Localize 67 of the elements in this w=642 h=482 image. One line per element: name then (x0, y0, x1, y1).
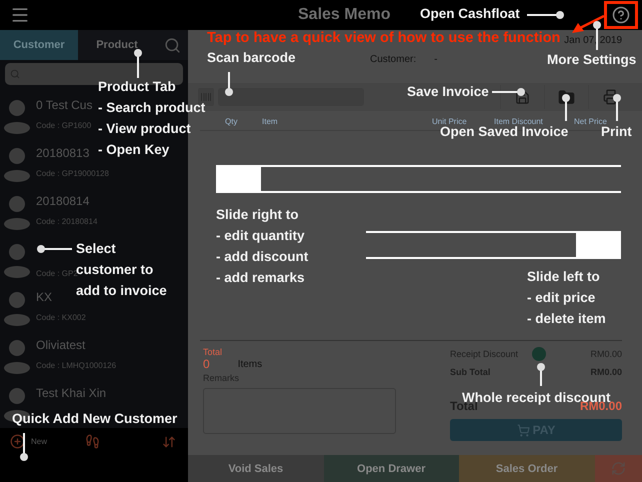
invoice-date: Jan 07, 2019 (564, 35, 622, 46)
search-button[interactable] (156, 30, 188, 60)
guide-text: - Open Key (98, 141, 170, 158)
customer-code: Code : 20180814 (36, 217, 98, 226)
avatar-icon (4, 146, 30, 182)
guide-text: - edit price (527, 289, 596, 306)
column-header: Unit Price (432, 117, 468, 126)
customer-code: Code : GP2 (36, 269, 78, 278)
help-button[interactable] (604, 1, 638, 29)
customer-code: Code : GP1600 (36, 121, 92, 130)
add-icon[interactable] (10, 434, 25, 449)
guide-text: - add discount (216, 248, 308, 265)
search-icon[interactable] (164, 36, 180, 54)
screen-title: Sales Memo (298, 6, 390, 24)
new-label[interactable]: New (31, 437, 48, 446)
customer-label: Customer: (370, 54, 416, 65)
search-icon (10, 69, 20, 79)
avatar-icon (4, 338, 30, 374)
customer-code: Code : LMHQ1000126 (36, 361, 116, 370)
guide-text: Open Cashfloat (420, 5, 520, 22)
guide-text: Select (76, 240, 117, 257)
item-count: 0 (203, 357, 210, 371)
action-button[interactable]: Void Sales (188, 455, 324, 482)
guide-text: Slide right to (216, 206, 300, 223)
avatar-icon (4, 98, 30, 134)
guide-text: add to invoice (76, 282, 167, 299)
printer-icon[interactable] (602, 89, 618, 105)
guide-text: - edit quantity (216, 227, 306, 244)
guide-text: Slide left to (527, 268, 601, 285)
items-label: Items (238, 358, 262, 370)
guide-text: Open Saved Invoice (440, 124, 568, 140)
guide-text: Save Invoice (407, 83, 489, 100)
avatar-icon (4, 194, 30, 230)
help-icon[interactable] (612, 6, 630, 24)
action-button[interactable]: Open Drawer (324, 455, 460, 482)
customer-name[interactable]: Test Khai Xin (36, 386, 106, 400)
column-header: Item Discount (494, 117, 544, 126)
action-button[interactable]: Sales Order (459, 455, 595, 482)
total-label: Total (203, 347, 224, 357)
column-header: Net Price (574, 117, 608, 126)
guide-text: Print (601, 124, 632, 140)
avatar-icon (4, 290, 30, 326)
customer-name[interactable]: Oliviatest (36, 338, 86, 352)
sidebar-tab[interactable]: Product (78, 30, 156, 60)
guide-text: Product Tab (98, 78, 177, 95)
customer-name[interactable]: 20180813 (36, 146, 90, 160)
guide-text: Quick Add New Customer (12, 410, 178, 427)
arrow-icon (570, 14, 606, 36)
guide-text: - delete item (527, 310, 606, 327)
guide-text: - View product (98, 120, 192, 137)
column-header: Qty (225, 117, 238, 126)
customer-name[interactable]: KX (36, 290, 52, 304)
avatar-icon (4, 242, 30, 278)
guide-text: More Settings (547, 51, 636, 68)
guide-title: Tap to have a quick view of how to use the function (207, 30, 560, 46)
guide-text: - add remarks (216, 269, 306, 286)
barcode-field[interactable] (218, 88, 364, 106)
column-header: Item (262, 117, 279, 126)
sidebar-tab[interactable]: Customer (0, 30, 78, 60)
guide-text: customer to (76, 261, 154, 278)
customer-code: Code : GP19000128 (36, 169, 109, 178)
customer-code: Code : KX002 (36, 313, 86, 322)
guide-text: Scan barcode (207, 49, 296, 66)
customer-value: - (434, 54, 438, 65)
customer-name[interactable]: 20180814 (36, 194, 90, 208)
customer-name[interactable]: 0 Test Cus (36, 98, 92, 112)
guide-text: - Search product (98, 99, 206, 116)
